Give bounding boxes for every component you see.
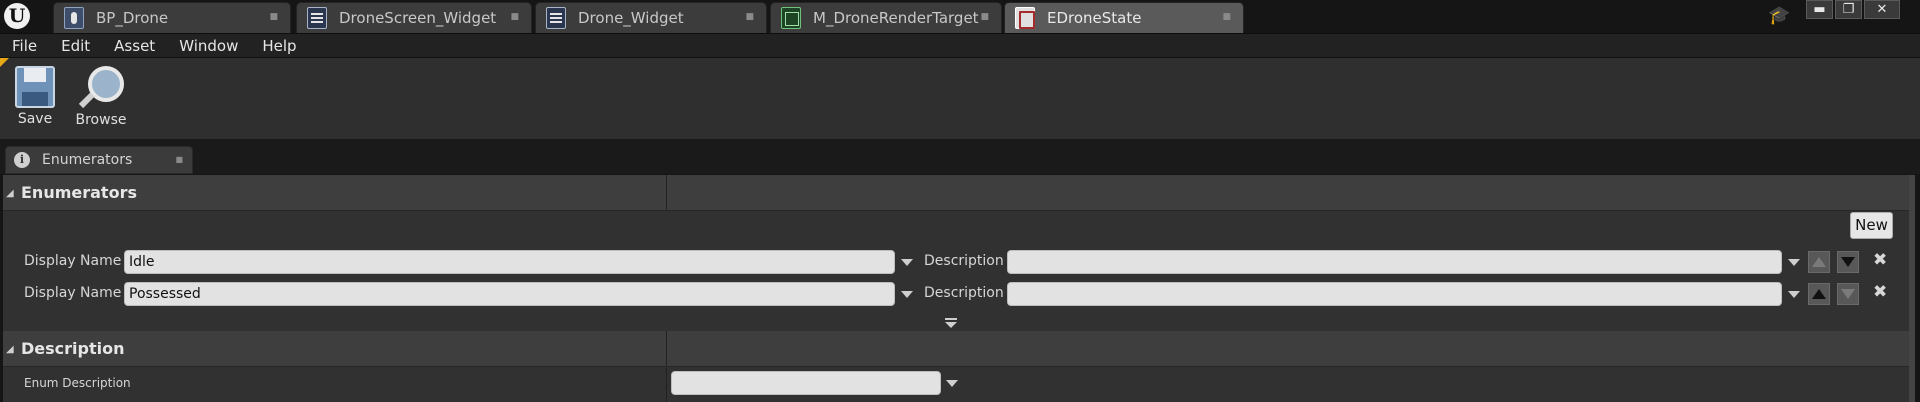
browse-button[interactable]: Browse <box>71 66 131 128</box>
details-panel: ◢ Enumerators New Display Name Descripti… <box>3 175 1915 402</box>
tab-label: EDroneState <box>1047 9 1142 27</box>
scrollbar[interactable] <box>1909 175 1915 402</box>
move-up-button[interactable] <box>1808 283 1830 305</box>
tab-label: DroneScreen_Widget <box>339 9 497 27</box>
description-label: Description <box>924 285 1004 301</box>
collapse-arrow-icon[interactable]: ◢ <box>6 344 14 355</box>
tab-label: Drone_Widget <box>578 9 684 27</box>
display-name-label: Display Name <box>24 285 122 301</box>
category-title: Enumerators <box>21 183 137 202</box>
tab-bp-drone[interactable]: BP_Drone ■ <box>53 2 291 33</box>
enum-icon <box>1015 7 1035 29</box>
close-icon[interactable]: ■ <box>1222 12 1231 22</box>
arrow-down-icon <box>1841 257 1855 267</box>
unreal-logo-icon[interactable]: U <box>4 3 30 29</box>
tab-label: BP_Drone <box>96 9 169 27</box>
magnifier-icon <box>78 66 124 112</box>
delete-icon[interactable]: ✖ <box>1873 250 1887 270</box>
chevron-down-icon[interactable] <box>901 291 913 298</box>
widget-icon <box>307 7 327 29</box>
title-bar: U BP_Drone ■ DroneScreen_Widget ■ Drone_… <box>0 0 1920 33</box>
description-category-header[interactable]: ◢ Description <box>3 331 1915 367</box>
chevron-down-icon[interactable] <box>946 380 958 387</box>
save-label: Save <box>17 111 53 127</box>
tab-edronestate[interactable]: EDroneState ■ <box>1004 2 1244 33</box>
description-field[interactable] <box>1007 250 1782 274</box>
enum-description-field[interactable] <box>671 371 941 395</box>
arrow-down-icon <box>1841 289 1855 299</box>
close-icon[interactable]: ■ <box>175 155 183 164</box>
chevron-down-icon[interactable] <box>1788 291 1800 298</box>
move-down-button[interactable] <box>1837 283 1859 305</box>
tab-enumerators[interactable]: i Enumerators ■ <box>5 146 193 174</box>
delete-icon[interactable]: ✖ <box>1873 282 1887 302</box>
menu-file[interactable]: File <box>0 34 49 58</box>
column-divider[interactable] <box>666 368 667 402</box>
menu-window[interactable]: Window <box>167 34 250 58</box>
column-divider[interactable] <box>666 331 667 367</box>
chevron-down-icon[interactable] <box>901 259 913 266</box>
tab-m-dronerendertarget[interactable]: M_DroneRenderTarget ■ <box>770 2 1002 33</box>
new-enumerator-button[interactable]: New <box>1850 212 1893 239</box>
arrow-up-icon <box>1812 289 1826 299</box>
blueprint-icon <box>64 7 84 29</box>
menu-asset[interactable]: Asset <box>102 34 167 58</box>
close-icon[interactable]: ■ <box>269 12 278 22</box>
browse-label: Browse <box>75 112 127 128</box>
panel-tab-label: Enumerators <box>42 152 133 168</box>
arrow-up-icon <box>1812 257 1826 267</box>
description-field[interactable] <box>1007 282 1782 306</box>
tab-label: M_DroneRenderTarget <box>813 9 979 27</box>
move-up-button[interactable] <box>1808 251 1830 273</box>
collapse-arrow-icon[interactable]: ◢ <box>6 188 14 199</box>
close-icon[interactable]: ■ <box>980 12 989 22</box>
column-divider[interactable] <box>666 175 667 211</box>
toolbar: Save Browse <box>0 57 1920 139</box>
graduation-cap-icon[interactable]: 🎓 <box>1768 5 1790 26</box>
save-button[interactable]: Save <box>5 66 65 127</box>
enum-description-label: Enum Description <box>24 376 131 390</box>
material-icon <box>781 7 801 29</box>
enumerators-category-header[interactable]: ◢ Enumerators <box>3 175 1915 211</box>
tab-dronescreen-widget[interactable]: DroneScreen_Widget ■ <box>296 2 532 33</box>
display-name-field[interactable] <box>124 250 895 274</box>
minimize-button[interactable]: ▬ <box>1806 0 1833 19</box>
menu-help[interactable]: Help <box>250 34 308 58</box>
category-title: Description <box>21 339 125 358</box>
move-down-button[interactable] <box>1837 251 1859 273</box>
widget-icon <box>546 7 566 29</box>
close-icon[interactable]: ■ <box>745 12 754 22</box>
panel-tab-bar: i Enumerators ■ <box>0 139 1920 174</box>
display-name-label: Display Name <box>24 253 122 269</box>
close-window-button[interactable]: ✕ <box>1864 0 1900 19</box>
menu-bar: File Edit Asset Window Help <box>0 33 1920 57</box>
description-label: Description <box>924 253 1004 269</box>
info-icon: i <box>14 152 30 168</box>
chevron-down-icon[interactable] <box>1788 259 1800 266</box>
display-name-field[interactable] <box>124 282 895 306</box>
tab-drone-widget[interactable]: Drone_Widget ■ <box>535 2 767 33</box>
maximize-button[interactable]: ❐ <box>1835 0 1862 19</box>
save-icon <box>15 66 55 108</box>
expand-section-icon[interactable] <box>945 318 957 328</box>
menu-edit[interactable]: Edit <box>49 34 102 58</box>
close-icon[interactable]: ■ <box>510 12 519 22</box>
